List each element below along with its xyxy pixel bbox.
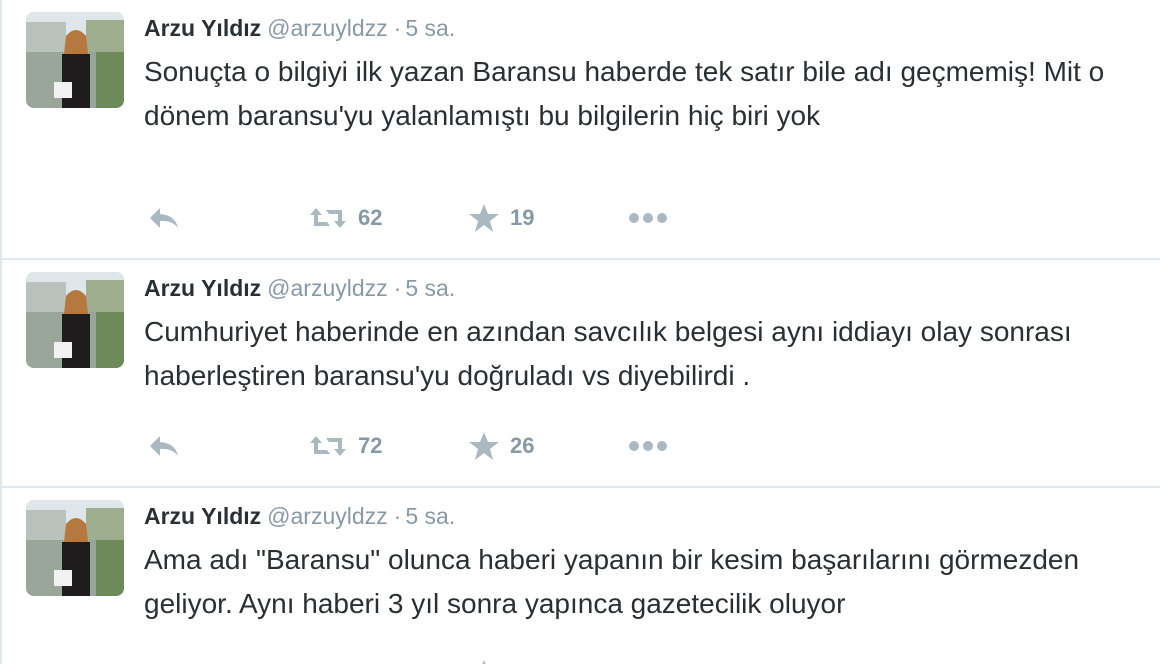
tweet-actions: 62 19 — [144, 200, 744, 236]
reply-button[interactable] — [148, 200, 180, 236]
favorite-star-icon — [468, 203, 500, 233]
tweet-timestamp[interactable]: 5 sa. — [405, 275, 455, 301]
more-button[interactable] — [628, 428, 668, 464]
avatar[interactable] — [26, 12, 124, 108]
more-button[interactable] — [628, 200, 668, 236]
tweet[interactable]: Arzu Yıldız @arzuyldzz · 5 sa. Sonuçta o bi… — [2, 0, 1160, 260]
tweet-text: Ama adı "Baransu" olunca haberi yapanın … — [144, 544, 1080, 619]
retweet-icon — [308, 432, 348, 460]
favorite-button[interactable]: 19 — [468, 200, 534, 236]
header-separator: · — [393, 503, 402, 529]
reply-icon — [148, 660, 180, 664]
favorite-star-icon — [468, 659, 500, 664]
tweet-header: Arzu Yıldız @arzuyldzz · 5 sa. — [144, 13, 455, 43]
user-fullname[interactable]: Arzu Yıldız — [144, 275, 261, 301]
more-button[interactable] — [628, 656, 668, 664]
retweet-button[interactable]: 72 — [308, 428, 382, 464]
avatar[interactable] — [26, 500, 124, 596]
reply-button[interactable] — [148, 428, 180, 464]
reply-icon — [148, 432, 180, 460]
user-fullname[interactable]: Arzu Yıldız — [144, 503, 261, 529]
favorite-button[interactable] — [468, 656, 510, 664]
reply-button[interactable] — [148, 656, 180, 664]
user-handle[interactable]: @arzuyldzz — [267, 275, 388, 301]
more-dots-icon — [628, 212, 668, 224]
favorite-button[interactable]: 26 — [468, 428, 534, 464]
user-handle[interactable]: @arzuyldzz — [267, 503, 388, 529]
retweet-count: 62 — [358, 205, 383, 230]
tweet-timestamp[interactable]: 5 sa. — [405, 503, 455, 529]
retweet-button[interactable]: 62 — [308, 200, 382, 236]
user-fullname[interactable]: Arzu Yıldız — [144, 15, 261, 41]
tweet[interactable]: Arzu Yıldız @arzuyldzz · 5 sa. Cumhuriyet h… — [2, 260, 1160, 488]
tweet-actions: 72 26 — [144, 428, 744, 464]
retweet-count: 72 — [358, 433, 383, 458]
retweet-button[interactable] — [308, 656, 358, 664]
retweet-icon — [308, 660, 348, 664]
user-handle[interactable]: @arzuyldzz — [267, 15, 388, 41]
favorite-count: 19 — [510, 205, 535, 230]
header-separator: · — [393, 275, 402, 301]
header-separator: · — [393, 15, 402, 41]
tweet-text: Cumhuriyet haberinde en azından savcılık… — [144, 316, 1072, 391]
tweet-header: Arzu Yıldız @arzuyldzz · 5 sa. — [144, 273, 455, 303]
tweet-timeline: Arzu Yıldız @arzuyldzz · 5 sa. Sonuçta o bi… — [0, 0, 1160, 664]
retweet-icon — [308, 204, 348, 232]
avatar[interactable] — [26, 272, 124, 368]
tweet-timestamp[interactable]: 5 sa. — [405, 15, 455, 41]
tweet[interactable]: Arzu Yıldız @arzuyldzz · 5 sa. Ama adı "Bar… — [2, 488, 1160, 664]
more-dots-icon — [628, 440, 668, 452]
tweet-text: Sonuçta o bilgiyi ilk yazan Baransu habe… — [144, 56, 1105, 131]
favorite-star-icon — [468, 431, 500, 461]
tweet-header: Arzu Yıldız @arzuyldzz · 5 sa. — [144, 501, 455, 531]
tweet-actions — [144, 656, 744, 664]
favorite-count: 26 — [510, 433, 535, 458]
reply-icon — [148, 204, 180, 232]
